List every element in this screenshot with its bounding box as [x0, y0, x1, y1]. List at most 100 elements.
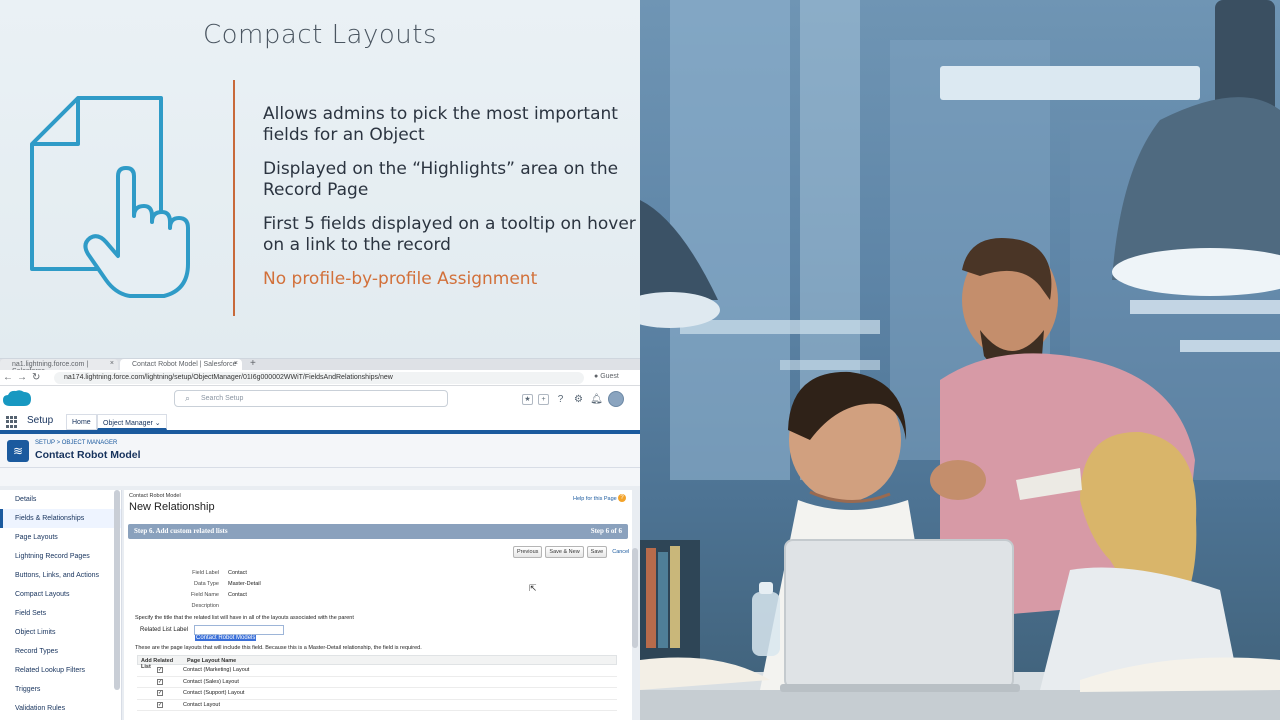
previous-button[interactable]: Previous: [513, 546, 543, 558]
nav-item-validation-rules[interactable]: Validation Rules: [0, 699, 121, 718]
salesforce-logo-icon[interactable]: [2, 389, 32, 409]
step-count: Step 6 of 6: [590, 527, 622, 535]
nav-item-buttons-links-actions[interactable]: Buttons, Links, and Actions: [0, 566, 121, 585]
help-link[interactable]: Help for this Page: [573, 496, 617, 502]
content-scrollbar[interactable]: [632, 548, 638, 648]
add-icon[interactable]: +: [538, 393, 549, 405]
slide-divider: [233, 80, 235, 316]
layout-name: Contact (Marketing) Layout: [183, 667, 250, 674]
setup-body: Details Fields & Relationships Page Layo…: [0, 486, 640, 720]
wizard-content: Contact Robot Model New Relationship Hel…: [124, 490, 632, 720]
step-bar: Step 6. Add custom related lists Step 6 …: [128, 524, 628, 539]
url-field[interactable]: na174.lightning.force.com/lightning/setu…: [54, 372, 584, 384]
tab-home[interactable]: Home: [66, 414, 97, 430]
slide-panel: Compact Layouts Allows admins to pick th…: [0, 0, 640, 358]
header-actions: ★ + ? ⚙ 🔔︎: [522, 391, 624, 407]
related-list-value: Contact Robot Models: [195, 635, 257, 641]
help-icon[interactable]: ?: [554, 393, 567, 406]
reload-icon[interactable]: ↻: [32, 372, 40, 383]
field-label-label: Field Label: [192, 570, 219, 576]
search-icon: ⌕: [185, 393, 191, 403]
layouts-instructions: These are the page layouts that will inc…: [135, 645, 422, 651]
related-list-input[interactable]: Contact Robot Models: [194, 625, 284, 641]
layouts-table-header: Add Related List Page Layout Name: [137, 655, 617, 670]
related-list-instructions: Specify the title that the related list …: [135, 615, 354, 621]
mouse-cursor-icon: ⇱: [529, 583, 537, 593]
nav-item-fields-relationships[interactable]: Fields & Relationships: [0, 509, 121, 528]
col-add-related-list: Add Related List: [141, 658, 174, 670]
avatar[interactable]: [608, 391, 624, 407]
nav-item-page-layouts[interactable]: Page Layouts: [0, 528, 121, 547]
profile-guest[interactable]: ● Guest: [594, 373, 619, 380]
save-new-button[interactable]: Save & New: [545, 546, 584, 558]
bullet-1: Allows admins to pick the most important…: [263, 104, 618, 145]
photo-illustration: [640, 0, 1280, 720]
object-title: Contact Robot Model: [35, 449, 141, 461]
save-button[interactable]: Save: [586, 546, 608, 558]
table-row: ✓ Contact (Sales) Layout: [137, 677, 617, 688]
close-icon[interactable]: ×: [234, 360, 238, 367]
nav-item-lightning-record-pages[interactable]: Lightning Record Pages: [0, 547, 121, 566]
wizard-buttons: Previous Save & New Save Cancel: [513, 546, 629, 558]
layout-checkbox[interactable]: ✓: [157, 667, 163, 674]
close-icon[interactable]: ×: [110, 360, 114, 367]
forward-icon[interactable]: →: [17, 372, 27, 383]
help-question-icon[interactable]: ?: [618, 494, 626, 502]
nav-item-record-types[interactable]: Record Types: [0, 642, 121, 661]
wizard-object-name: Contact Robot Model: [129, 493, 181, 499]
nav-item-field-sets[interactable]: Field Sets: [0, 604, 121, 623]
app-launcher-icon[interactable]: [6, 416, 18, 428]
gear-icon[interactable]: ⚙: [572, 393, 585, 406]
field-label-value: Contact: [228, 570, 247, 576]
nav-item-object-limits[interactable]: Object Limits: [0, 623, 121, 642]
sf-global-header: ⌕ Search Setup ★ + ? ⚙ 🔔︎: [0, 386, 640, 412]
nav-item-related-lookup-filters[interactable]: Related Lookup Filters: [0, 661, 121, 680]
browser-window: na1.lightning.force.com | Salesforce × C…: [0, 358, 640, 720]
layout-checkbox[interactable]: ✓: [157, 690, 163, 697]
layout-checkbox[interactable]: ✓: [157, 701, 163, 708]
nav-item-compact-layouts[interactable]: Compact Layouts: [0, 585, 121, 604]
field-name-value: Contact: [228, 592, 247, 598]
table-row: ✓ Contact Layout: [137, 700, 617, 711]
field-name-label: Field Name: [190, 592, 219, 598]
wizard-title: New Relationship: [129, 501, 215, 513]
layout-name: Contact (Sales) Layout: [183, 678, 239, 685]
browser-tab-2[interactable]: Contact Robot Model | Salesforce ×: [120, 359, 242, 370]
sf-nav-bar: Setup Home Object Manager ⌄: [0, 412, 640, 434]
tab-label: Contact Robot Model | Salesforce: [132, 361, 237, 368]
browser-tab-1[interactable]: na1.lightning.force.com | Salesforce ×: [0, 359, 118, 375]
favorites-icon[interactable]: ★: [522, 393, 533, 405]
browser-tabbar: na1.lightning.force.com | Salesforce × C…: [0, 359, 640, 375]
data-type-label: Data Type: [194, 581, 219, 587]
bell-icon[interactable]: 🔔︎: [590, 393, 603, 406]
table-row: ✓ Contact (Support) Layout: [137, 688, 617, 700]
chevron-down-icon[interactable]: ⌄: [155, 420, 161, 427]
table-row: ✓ Contact (Marketing) Layout: [137, 665, 617, 677]
layout-checkbox[interactable]: ✓: [157, 678, 163, 685]
tab-home-label: Home: [72, 419, 91, 426]
back-icon[interactable]: ←: [3, 372, 13, 383]
document-tap-icon: [30, 96, 190, 298]
left-nav-scrollbar[interactable]: [114, 490, 120, 690]
tab-object-manager-label: Object Manager: [103, 420, 153, 427]
data-type-value: Master-Detail: [228, 581, 261, 587]
accent-bullet: No profile-by-profile Assignment: [263, 269, 538, 289]
layout-name: Contact (Support) Layout: [183, 690, 245, 697]
tab-object-manager[interactable]: Object Manager ⌄: [97, 414, 167, 430]
step-title: Step 6. Add custom related lists: [134, 527, 228, 535]
search-placeholder: Search Setup: [201, 395, 244, 402]
nav-item-details[interactable]: Details: [0, 490, 121, 509]
object-header: ≋ SETUP > OBJECT MANAGER Contact Robot M…: [0, 434, 640, 468]
object-left-nav: Details Fields & Relationships Page Layo…: [0, 490, 122, 720]
new-tab-icon[interactable]: +: [250, 359, 256, 369]
cancel-link[interactable]: Cancel: [610, 549, 629, 555]
app-name: Setup: [27, 415, 54, 426]
slide-title: Compact Layouts: [202, 20, 437, 50]
layers-icon: ≋: [7, 440, 29, 462]
setup-search-input[interactable]: ⌕ Search Setup: [174, 390, 448, 407]
layout-name: Contact Layout: [183, 701, 220, 708]
profile-label: Guest: [600, 373, 619, 380]
nav-item-triggers[interactable]: Triggers: [0, 680, 121, 699]
stock-photo-students: [640, 0, 1280, 720]
breadcrumb[interactable]: SETUP > OBJECT MANAGER: [35, 440, 117, 446]
